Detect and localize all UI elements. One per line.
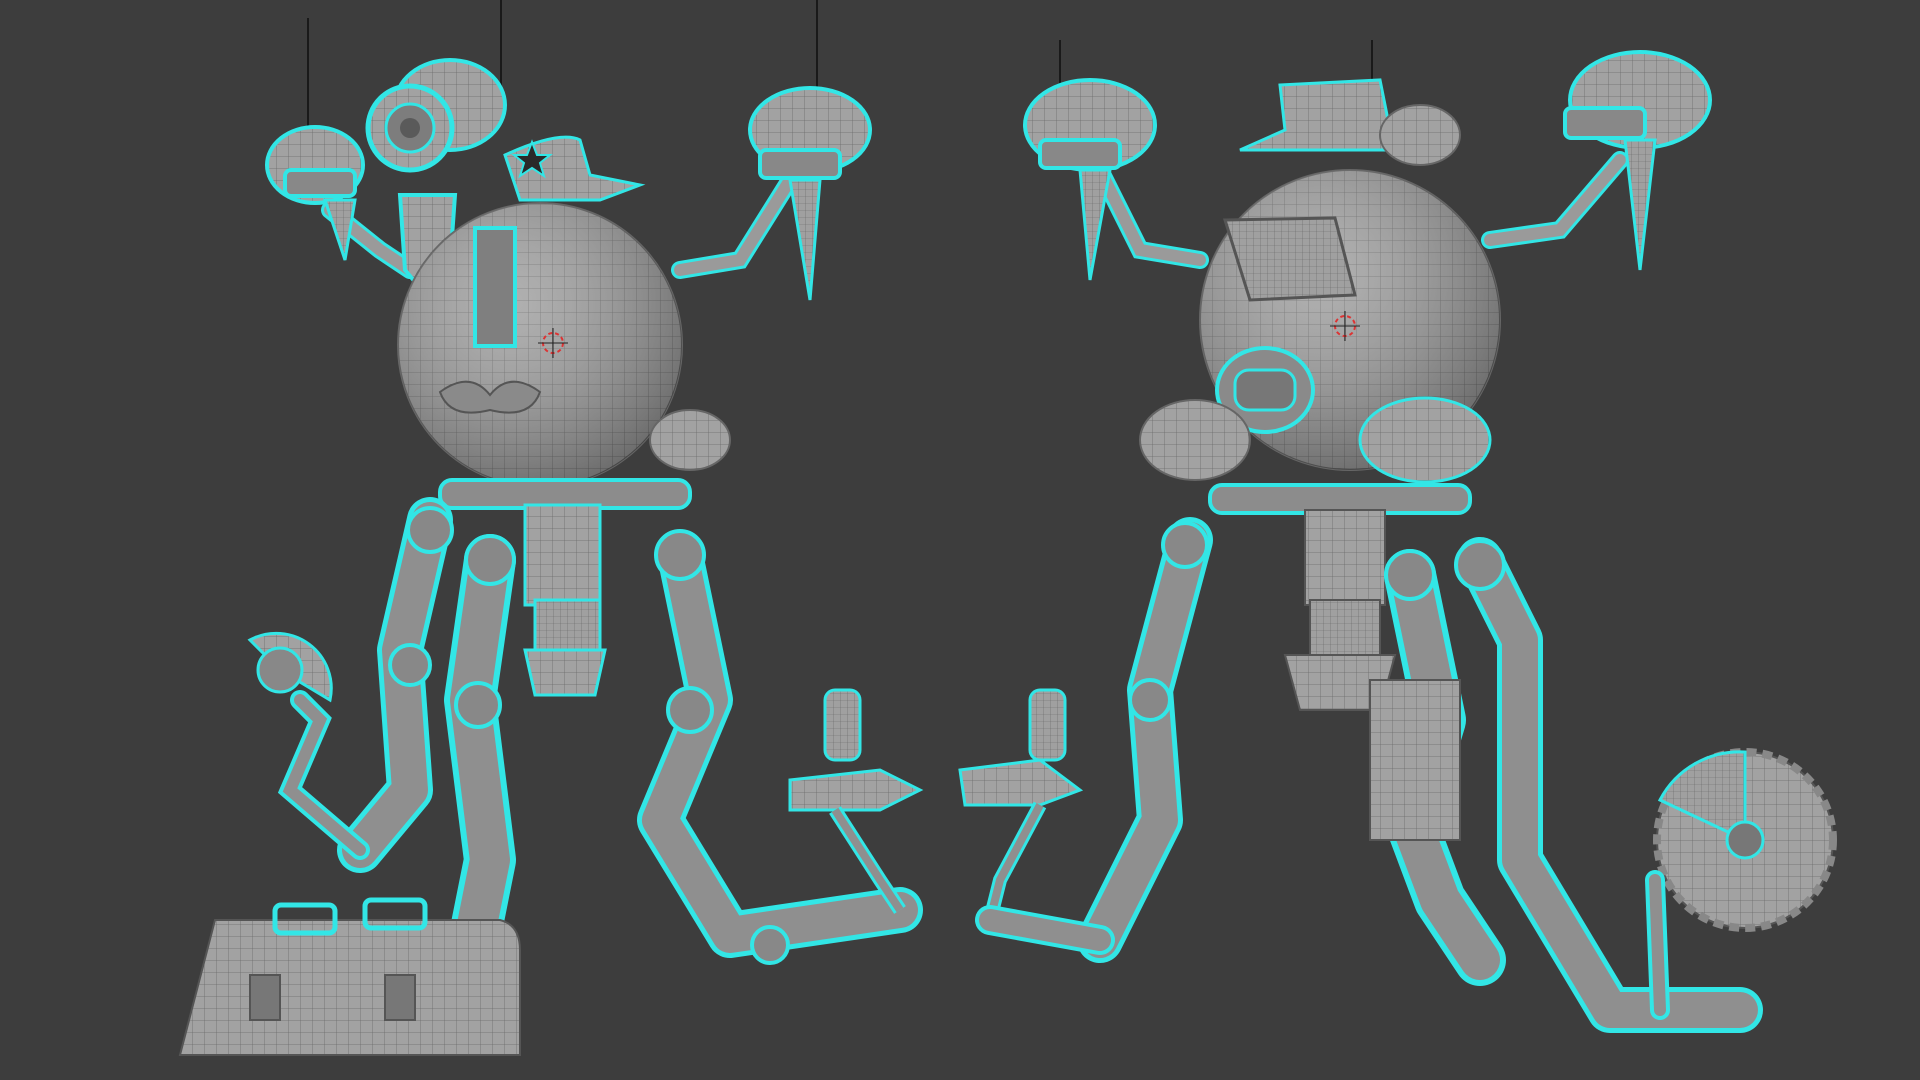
thruster-nozzle[interactable] [523,648,607,697]
lower-column[interactable] [1304,509,1386,606]
lower-column[interactable] [523,503,602,607]
suitcase[interactable] [178,897,521,1056]
eye-pod-right[interactable] [1563,50,1712,271]
thruster [649,409,731,471]
eye-pod-left[interactable] [265,125,365,261]
panel-slot[interactable] [473,226,517,348]
leg-right[interactable] [637,529,923,965]
viewport-canvas[interactable] [0,0,1920,1080]
saw-blade[interactable] [247,631,370,860]
leg-left[interactable] [337,497,454,873]
3d-viewport[interactable] [0,0,1920,1080]
flamethrower[interactable] [788,688,924,914]
waist-ring[interactable] [1208,483,1472,515]
saw-blade[interactable] [1645,748,1837,1020]
leg-left[interactable] [1077,517,1213,963]
eye-pod-center[interactable] [365,58,507,173]
suitcase[interactable] [1369,679,1461,841]
eye-pod-right[interactable] [748,86,872,301]
thruster [1358,396,1492,484]
thruster [1139,399,1251,481]
robot-front-view[interactable] [178,0,924,1056]
leg-center[interactable] [444,534,516,986]
robot-back-view[interactable] [958,40,1837,1033]
flamethrower[interactable] [958,688,1115,955]
